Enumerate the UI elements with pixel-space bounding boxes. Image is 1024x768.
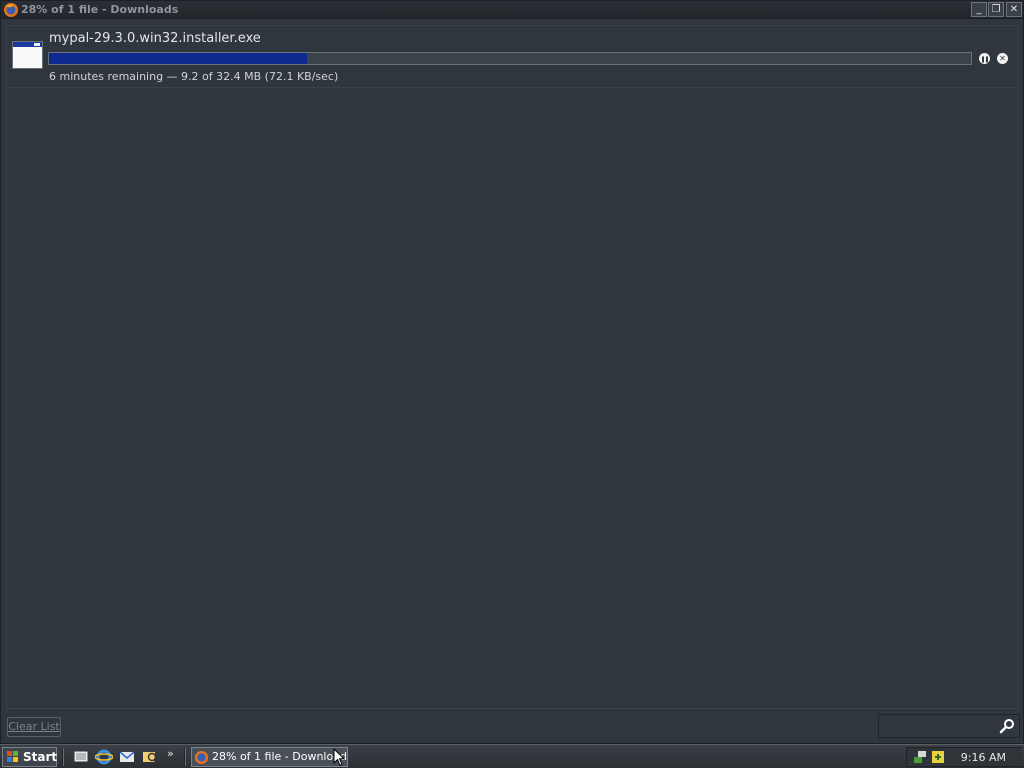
show-desktop-icon[interactable] — [72, 748, 90, 766]
minimize-icon: _ — [976, 4, 982, 15]
download-status: 6 minutes remaining — 9.2 of 32.4 MB (72… — [49, 70, 339, 83]
minimize-button[interactable]: _ — [971, 2, 987, 17]
taskbar-separator — [62, 748, 64, 766]
search-explorer-icon[interactable] — [141, 748, 159, 766]
close-icon: ✕ — [1009, 4, 1019, 15]
download-list[interactable]: mypal-29.3.0.win32.installer.exe 6 minut… — [6, 25, 1019, 709]
cancel-icon: ✕ — [999, 54, 1006, 63]
system-tray: 9:16 AM — [906, 747, 1022, 767]
network-icon[interactable] — [913, 750, 927, 764]
cancel-download-button[interactable]: ✕ — [997, 53, 1008, 64]
start-button[interactable]: Start — [2, 747, 57, 767]
taskbar: Start » 28% of 1 file - Downloads 9:16 A… — [0, 744, 1024, 768]
start-label: Start — [23, 750, 58, 764]
browser-icon — [194, 750, 209, 765]
title-bar[interactable]: 28% of 1 file - Downloads _ ❐ ✕ — [1, 1, 1023, 19]
taskbar-window-button[interactable]: 28% of 1 file - Downloads — [191, 747, 348, 767]
safely-remove-icon[interactable] — [931, 750, 945, 764]
pause-icon: ❚❚ — [980, 56, 989, 63]
close-button[interactable]: ✕ — [1006, 2, 1022, 17]
browser-icon — [4, 3, 18, 17]
download-item[interactable]: mypal-29.3.0.win32.installer.exe 6 minut… — [7, 26, 1018, 88]
downloads-window: 28% of 1 file - Downloads _ ❐ ✕ mypal-29… — [0, 0, 1024, 744]
taskbar-window-label: 28% of 1 file - Downloads — [212, 750, 348, 763]
pause-button[interactable]: ❚❚ — [979, 53, 990, 64]
taskbar-separator — [184, 748, 186, 766]
download-progress-bar — [48, 52, 972, 65]
window-title: 28% of 1 file - Downloads — [21, 3, 179, 16]
quicklaunch-overflow-button[interactable]: » — [167, 747, 174, 760]
mouse-cursor-icon — [333, 748, 345, 767]
clock: 9:16 AM — [960, 751, 1006, 764]
internet-explorer-icon[interactable] — [95, 748, 113, 766]
email-client-icon[interactable] — [118, 748, 136, 766]
search-icon — [999, 719, 1014, 734]
windows-logo-icon — [7, 751, 18, 762]
search-input[interactable] — [878, 714, 1020, 738]
restore-button[interactable]: ❐ — [988, 2, 1004, 17]
clear-list-button[interactable]: Clear List — [7, 717, 61, 737]
restore-icon: ❐ — [991, 4, 1001, 15]
download-file-name: mypal-29.3.0.win32.installer.exe — [49, 31, 261, 46]
download-progress-fill — [49, 53, 308, 64]
executable-file-icon — [12, 41, 43, 69]
